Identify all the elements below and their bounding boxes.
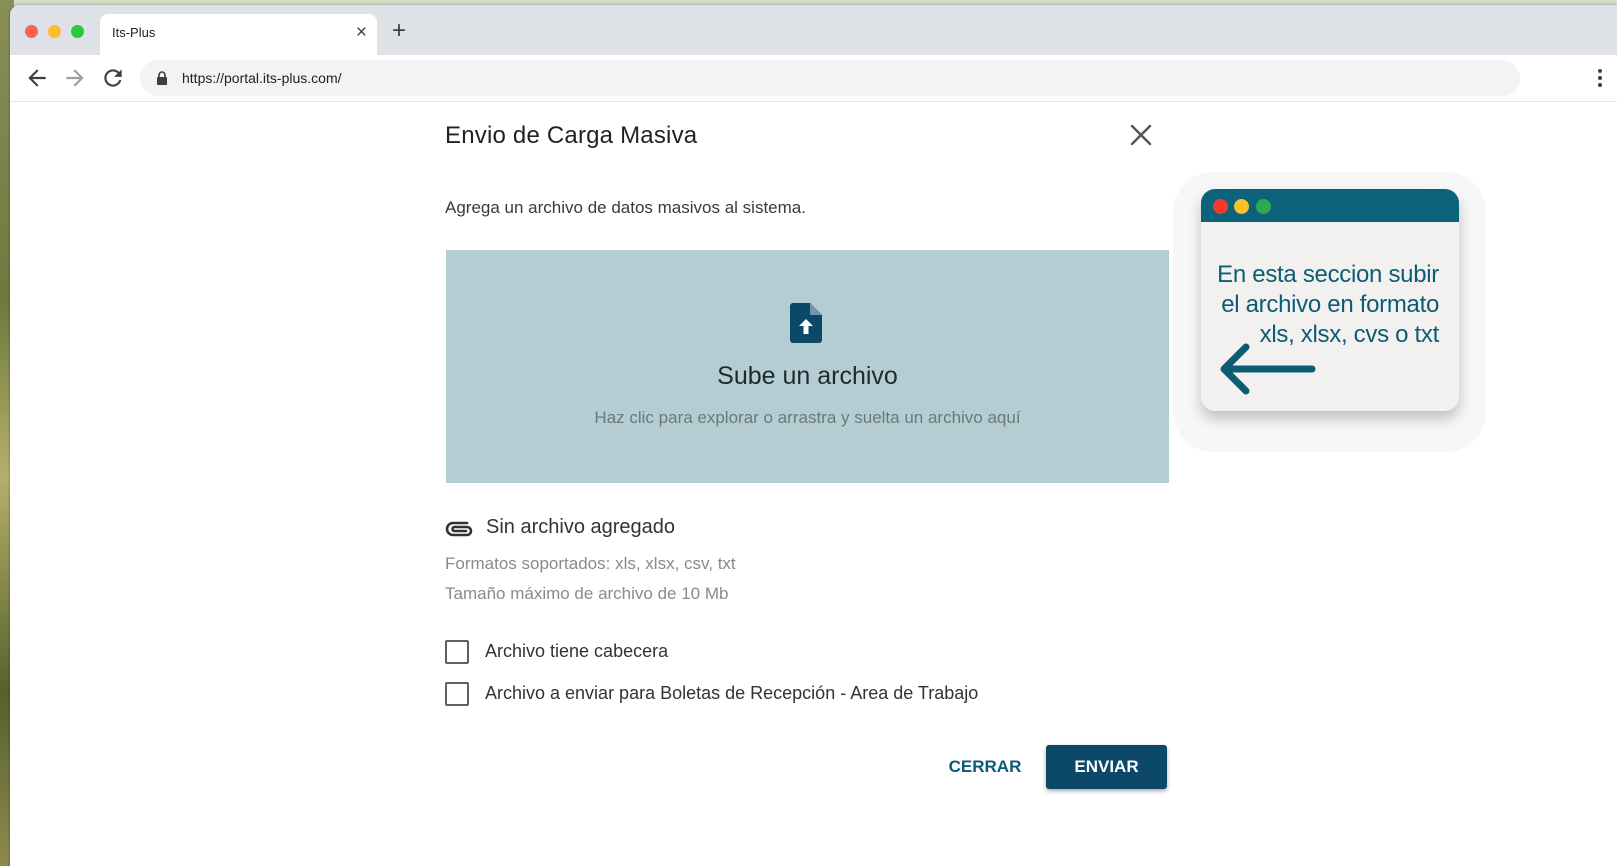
file-status-text: Sin archivo agregado: [486, 516, 676, 538]
browser-toolbar: https://portal.its-plus.com/: [10, 55, 1617, 102]
left-arrow-icon: [1220, 343, 1316, 395]
tab-bar: Its-Plus × +: [10, 5, 1617, 55]
help-callout: En esta seccion subir el archivo en form…: [1201, 189, 1459, 411]
tab-close-icon[interactable]: ×: [356, 23, 367, 42]
paperclip-icon: [445, 521, 473, 537]
close-icon[interactable]: [1128, 122, 1154, 148]
window-close-button[interactable]: [25, 25, 38, 38]
callout-title-bar: [1201, 189, 1459, 222]
page-content: Envio de Carga Masiva Agrega un archivo …: [10, 102, 1617, 866]
tab-title: Its-Plus: [112, 25, 156, 40]
cancel-button[interactable]: CERRAR: [940, 745, 1030, 789]
browser-tab[interactable]: Its-Plus ×: [100, 14, 377, 55]
new-tab-button[interactable]: +: [392, 19, 406, 43]
file-upload-icon: [790, 303, 822, 343]
dialog-title: Envio de Carga Masiva: [445, 122, 698, 149]
callout-line-2: el archivo en formato: [1221, 291, 1439, 318]
receipts-checkbox[interactable]: [445, 682, 469, 706]
back-arrow-icon[interactable]: [24, 65, 50, 91]
callout-yellow-dot: [1234, 199, 1249, 214]
callout-text: En esta seccion subir el archivo en form…: [1207, 260, 1439, 350]
max-size-text: Tamaño máximo de archivo de 10 Mb: [445, 584, 729, 603]
browser-window: Its-Plus × + https://portal.its-plus.com…: [10, 5, 1617, 866]
dropzone-hint: Haz clic para explorar o arrastra y suel…: [594, 408, 1021, 427]
callout-line-1: En esta seccion subir: [1217, 261, 1439, 288]
reload-icon[interactable]: [100, 65, 126, 91]
has-header-checkbox[interactable]: [445, 640, 469, 664]
callout-red-dot: [1213, 199, 1228, 214]
has-header-label[interactable]: Archivo tiene cabecera: [485, 641, 668, 662]
dialog-subtitle: Agrega un archivo de datos masivos al si…: [445, 198, 806, 217]
address-bar[interactable]: https://portal.its-plus.com/: [140, 60, 1520, 96]
callout-green-dot: [1256, 199, 1271, 214]
url-text[interactable]: https://portal.its-plus.com/: [182, 70, 342, 86]
dropzone-title: Sube un archivo: [717, 362, 898, 390]
forward-arrow-icon[interactable]: [62, 65, 88, 91]
lock-icon: [157, 71, 167, 85]
supported-formats-text: Formatos soportados: xls, xlsx, csv, txt: [445, 554, 736, 573]
window-minimize-button[interactable]: [48, 25, 61, 38]
file-dropzone[interactable]: Sube un archivo Haz clic para explorar o…: [446, 250, 1169, 483]
receipts-label[interactable]: Archivo a enviar para Boletas de Recepci…: [485, 683, 978, 704]
window-maximize-button[interactable]: [71, 25, 84, 38]
send-button[interactable]: ENVIAR: [1046, 745, 1167, 789]
kebab-menu-icon[interactable]: [1597, 67, 1603, 89]
